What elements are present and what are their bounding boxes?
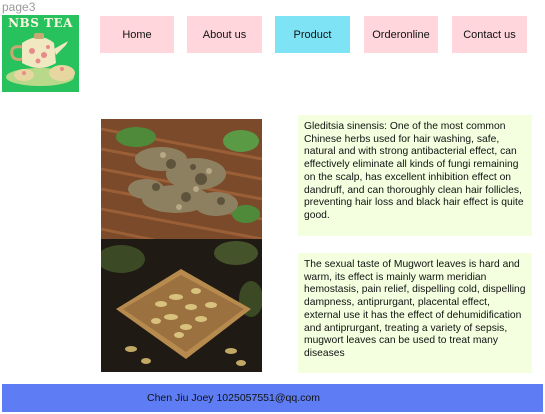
- nav-about-us[interactable]: About us: [187, 16, 262, 53]
- nav-home[interactable]: Home: [100, 16, 174, 53]
- product-description: Gleditsia sinensis: One of the most comm…: [298, 115, 532, 236]
- nav-orderonline[interactable]: Orderonline: [364, 16, 438, 53]
- nav-contact-us[interactable]: Contact us: [452, 16, 527, 53]
- footer: Chen Jiu Joey 1025057551@qq.com: [2, 384, 543, 412]
- gleditsia-herb-photo: [101, 119, 262, 239]
- logo-text: NBS TEA: [8, 16, 73, 30]
- mugwort-herb-photo: [101, 239, 262, 372]
- footer-contact-text: Chen Jiu Joey 1025057551@qq.com: [147, 392, 320, 404]
- logo[interactable]: NBS TEA: [2, 15, 79, 92]
- frame-label: page3: [2, 0, 36, 14]
- product-description: The sexual taste of Mugwort leaves is ha…: [298, 253, 532, 373]
- nav-product[interactable]: Product: [275, 16, 350, 53]
